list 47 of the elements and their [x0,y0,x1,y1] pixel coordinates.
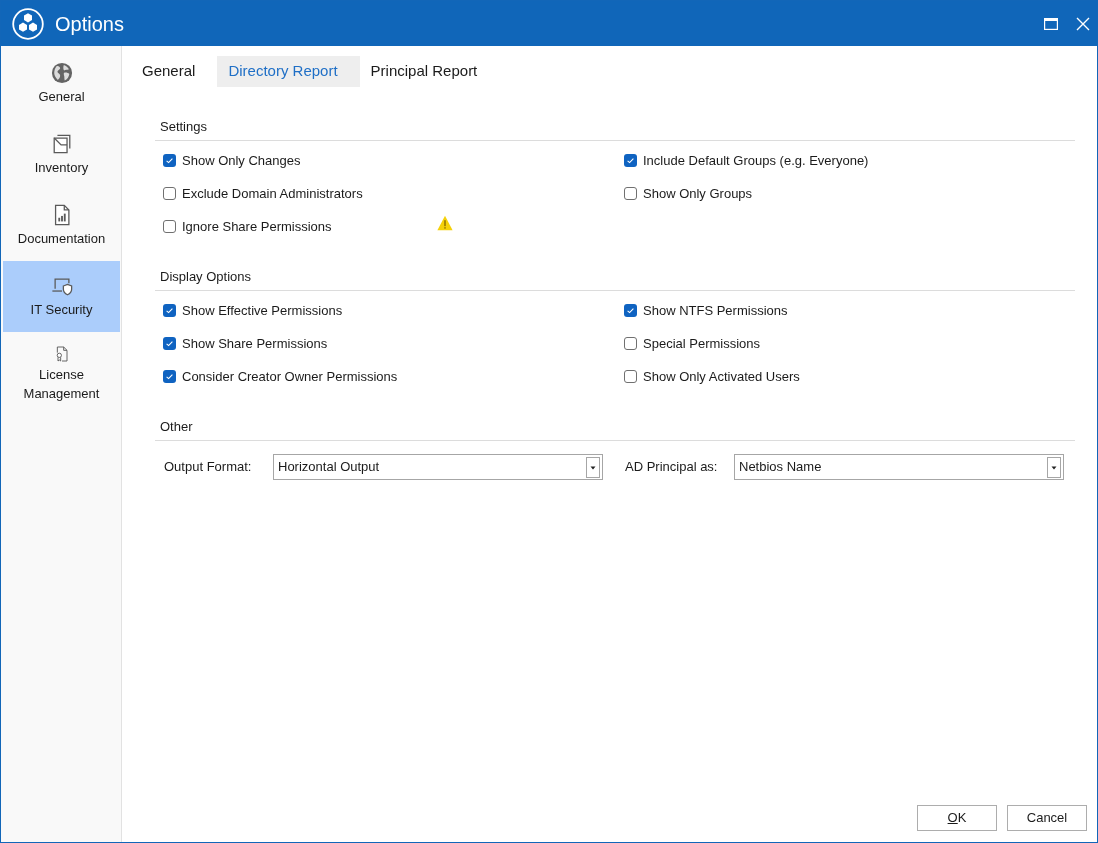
checkbox[interactable] [624,154,637,167]
checkbox-label: Show Effective Permissions [182,301,343,320]
checkbox[interactable] [624,304,637,317]
section-title: Other [160,418,193,437]
sidebar-item[interactable]: Inventory [3,119,120,190]
laptop-shield-icon [50,275,73,297]
checkbox[interactable] [163,187,176,200]
tab[interactable]: General [131,56,218,87]
checkbox[interactable] [624,187,637,200]
checkbox[interactable] [163,370,176,383]
checkbox[interactable] [163,337,176,350]
dialog-button[interactable]: OK [917,805,997,831]
app-logo-icon [12,7,44,40]
checkbox-label: Show Share Permissions [182,334,328,353]
checkbox[interactable] [624,337,637,350]
maximize-icon[interactable] [1044,17,1058,30]
checkbox-label: Show NTFS Permissions [643,301,788,320]
close-icon[interactable] [1076,16,1090,31]
sidebar-item[interactable]: Documentation [3,190,120,261]
tab[interactable]: Principal Report [359,56,500,87]
globe-icon [50,62,73,84]
checkbox-label: Consider Creator Owner Permissions [182,367,398,386]
checkbox[interactable] [163,154,176,167]
tab[interactable]: Directory Report [217,56,360,87]
dropdown[interactable]: Horizontal Output [273,454,603,480]
field-label: Output Format: [163,458,253,477]
section-title: Settings [160,118,207,137]
caret-icon[interactable] [586,456,600,478]
dropdown[interactable]: Netbios Name [734,454,1064,480]
field-label: AD Principal as: [624,458,719,477]
section-title: Display Options [160,268,252,287]
checkbox-label: Ignore Share Permissions [182,217,332,236]
sidebar-item[interactable]: General [3,48,120,119]
checkbox-label: Show Only Changes [182,151,301,170]
checkbox-label: Show Only Groups [643,184,753,203]
checkbox[interactable] [624,370,637,383]
checkbox[interactable] [163,304,176,317]
dialog-button[interactable]: Cancel [1007,805,1087,831]
checkbox-label: Show Only Activated Users [643,367,800,386]
sidebar-item[interactable]: IT Security [3,261,120,332]
window-title: Options [55,11,124,37]
checkbox-label: Exclude Domain Administrators [182,184,363,203]
sidebar-item[interactable]: License Management [3,332,120,403]
checkbox[interactable] [163,220,176,233]
checkbox-label: Include Default Groups (e.g. Everyone) [643,151,869,170]
caret-icon[interactable] [1047,456,1061,478]
checkbox-label: Special Permissions [643,334,761,353]
